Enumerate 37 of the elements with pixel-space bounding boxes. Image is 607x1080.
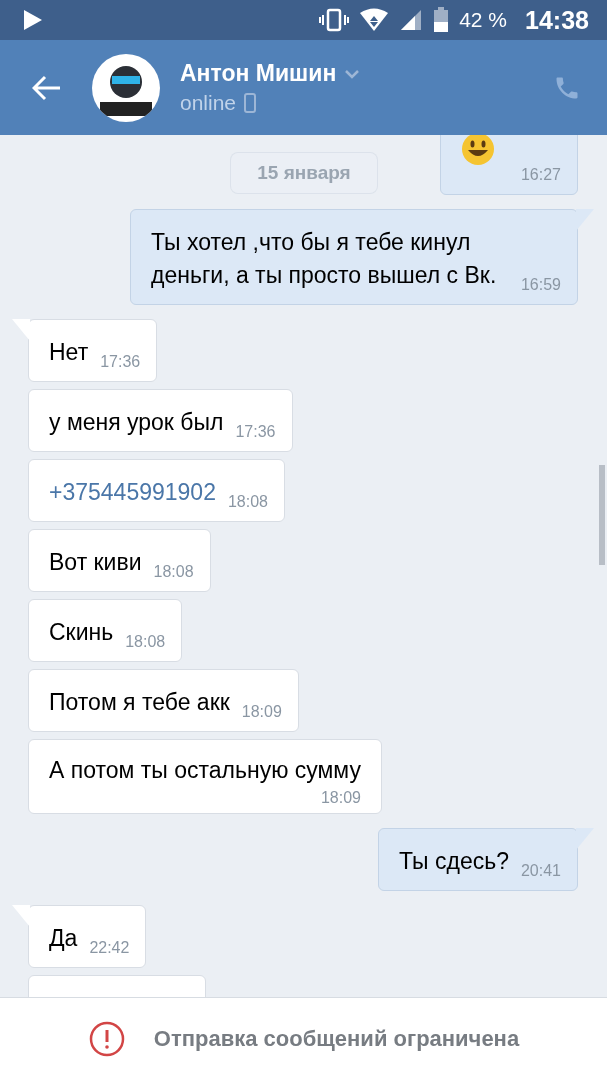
message-time: 20:41 — [520, 862, 561, 880]
play-icon — [22, 9, 44, 31]
message-text: Потом я тебе акк — [49, 688, 230, 717]
message-text: Вот киви — [49, 548, 142, 577]
message-text: Скинь — [49, 618, 114, 647]
battery-icon — [433, 7, 450, 33]
message-time: 17:36 — [100, 353, 141, 371]
chevron-down-icon[interactable] — [344, 68, 361, 79]
signal-icon — [399, 8, 424, 32]
message-text: Ты хотел ,что бы я тебе кинул деньги, а ты просто вышел с Вк. — [151, 228, 498, 290]
message-text: А потом ты остальную сумму — [49, 756, 361, 785]
message-text: Да — [49, 924, 78, 953]
message-time: 18:08 — [227, 493, 268, 511]
message-time: 22:42 — [89, 939, 130, 957]
contact-name[interactable]: Антон Мишин — [180, 60, 337, 87]
message-text: Ты сдесь? — [399, 847, 509, 876]
message-text: у меня урок был — [49, 408, 224, 437]
phone-link[interactable]: +375445991902 — [49, 476, 216, 509]
message-text: Нет — [49, 338, 89, 367]
warning-icon — [87, 1020, 126, 1058]
vibrate-icon — [319, 8, 350, 32]
message-time: 18:08 — [153, 563, 194, 581]
smiley-icon — [460, 135, 495, 166]
online-status: online — [180, 91, 237, 115]
battery-percent: 42 % — [459, 8, 508, 32]
message-time: 17:36 — [235, 423, 276, 441]
phone-icon — [244, 93, 257, 113]
clock: 14:38 — [525, 5, 589, 35]
restriction-notice: Отправка сообщений ограничена — [153, 1026, 520, 1052]
back-arrow-icon[interactable] — [32, 74, 62, 101]
wifi-icon — [359, 8, 390, 32]
date-label: 15 января — [230, 152, 378, 194]
message-time: 18:09 — [241, 703, 282, 721]
message-time: 18:08 — [125, 633, 166, 651]
message-time: 16:59 — [520, 276, 561, 294]
message-time: 16:27 — [520, 166, 561, 184]
message-time: 18:09 — [320, 789, 361, 807]
